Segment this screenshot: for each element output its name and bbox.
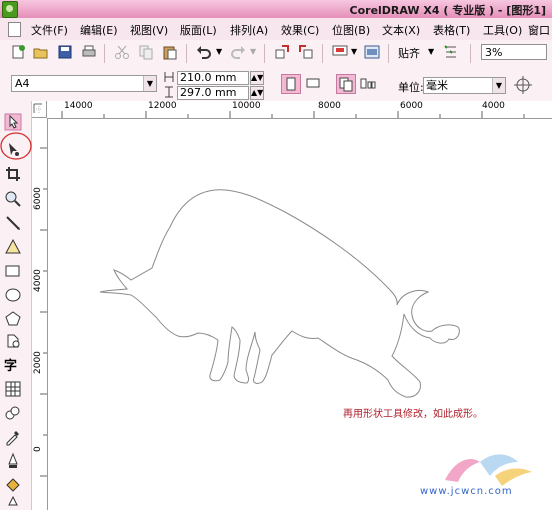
new-icon[interactable] [10, 44, 26, 60]
ruler-label: 6000 [33, 187, 43, 210]
export-icon[interactable] [298, 44, 314, 60]
menu-view[interactable]: 视图(V) [130, 22, 168, 38]
toolbar-separator [186, 44, 187, 63]
ruler-label: 8000 [318, 101, 341, 111]
rectangle-tool-icon[interactable] [4, 262, 22, 280]
ruler-label: 6000 [400, 101, 423, 111]
text-tool-icon[interactable]: 字 [4, 355, 24, 374]
coreldraw-app-icon[interactable] [2, 1, 18, 18]
page-height-field[interactable]: 297.0 mm [177, 86, 249, 100]
ruler-label: 4000 [33, 269, 43, 292]
polygon-tool-icon[interactable] [4, 310, 22, 328]
toolbar-separator [264, 44, 265, 63]
snap-to-dropdown-icon[interactable]: ▼ [428, 47, 434, 56]
ellipse-tool-icon[interactable] [4, 286, 22, 304]
app-launcher-dropdown-icon[interactable]: ▼ [351, 47, 357, 56]
cut-icon[interactable] [114, 44, 130, 60]
units-label: 单位: [398, 81, 424, 94]
toolbar-separator [104, 44, 105, 63]
interactive-fill-tool-icon[interactable] [4, 496, 22, 510]
units-select[interactable]: 毫米 ▼ [423, 77, 506, 94]
ruler-label: 10000 [232, 101, 261, 111]
menu-file[interactable]: 文件(F) [31, 22, 68, 38]
interactive-blend-tool-icon[interactable] [4, 404, 22, 422]
current-page-button[interactable] [359, 74, 379, 94]
ruler-origin[interactable] [31, 101, 47, 118]
all-pages-button[interactable] [336, 74, 356, 94]
title-bar: CorelDRAW X4 ( 专业版 ) - [图形1] [0, 0, 552, 18]
page-height-spinner[interactable]: ▲▼ [250, 86, 264, 100]
snap-to-label[interactable]: 贴齐 [398, 45, 420, 61]
page-size-value: A4 [15, 77, 30, 90]
watermark-text: www.jcwcn.com [420, 486, 513, 497]
paste-icon[interactable] [162, 44, 178, 60]
nudge-distance-icon[interactable] [512, 74, 534, 96]
chevron-down-icon[interactable]: ▼ [143, 76, 156, 91]
menu-bar: 文件(F) 编辑(E) 视图(V) 版面(L) 排列(A) 效果(C) 位图(B… [0, 18, 552, 41]
toolbox [0, 101, 32, 510]
ruler-label: 12000 [148, 101, 177, 111]
print-icon[interactable] [81, 44, 97, 60]
portrait-icon [286, 77, 296, 91]
zoom-tool-icon[interactable] [4, 190, 22, 208]
page-width-icon [164, 72, 174, 82]
ruler-label: 0 [33, 446, 43, 452]
app-launcher-icon[interactable] [332, 44, 348, 60]
redo-dropdown-icon[interactable]: ▼ [250, 47, 256, 56]
page-size-select[interactable]: A4 ▼ [11, 75, 157, 92]
freehand-tool-icon[interactable] [4, 214, 22, 232]
page-height-icon [165, 86, 173, 98]
pick-tool-icon[interactable] [4, 113, 22, 131]
chevron-down-icon[interactable]: ▼ [492, 78, 505, 93]
portrait-button[interactable] [281, 74, 301, 94]
redo-icon[interactable] [230, 44, 246, 60]
copy-icon[interactable] [138, 44, 154, 60]
ruler-label: 14000 [64, 101, 93, 111]
menu-edit[interactable]: 编辑(E) [80, 22, 118, 38]
menu-tools[interactable]: 工具(O) [483, 22, 522, 38]
welcome-screen-icon[interactable] [364, 44, 380, 60]
menu-text[interactable]: 文本(X) [382, 22, 420, 38]
save-icon[interactable] [57, 44, 73, 60]
page-width-spinner[interactable]: ▲▼ [250, 71, 264, 85]
menu-arrange[interactable]: 排列(A) [230, 22, 268, 38]
toolbar-separator [322, 44, 323, 63]
basic-shapes-tool-icon[interactable] [4, 332, 22, 350]
ruler-label: 2000 [33, 351, 43, 374]
landscape-icon [306, 78, 320, 88]
menu-layout[interactable]: 版面(L) [180, 22, 217, 38]
smart-fill-tool-icon[interactable] [4, 238, 22, 256]
units-value: 毫米 [426, 79, 448, 92]
horizontal-ruler-ticks [61, 111, 525, 118]
ruler-label: 4000 [482, 101, 505, 111]
ruler-origin-icon [33, 103, 42, 113]
window-title: CorelDRAW X4 ( 专业版 ) - [图形1] [349, 4, 546, 17]
menu-effects[interactable]: 效果(C) [281, 22, 319, 38]
outline-tool-icon[interactable] [4, 452, 22, 470]
table-tool-icon[interactable] [4, 380, 22, 398]
landscape-button[interactable] [304, 74, 324, 94]
zoom-level-field[interactable]: 3% [481, 44, 547, 60]
undo-icon[interactable] [196, 44, 212, 60]
options-icon[interactable] [443, 44, 459, 60]
menu-bitmaps[interactable]: 位图(B) [332, 22, 370, 38]
toolbar-separator [388, 44, 389, 63]
canvas-caption: 再用形状工具修改，如此成形。 [343, 409, 483, 420]
document-menu-icon[interactable] [8, 22, 21, 37]
fill-tool-icon[interactable] [4, 476, 22, 494]
menu-table[interactable]: 表格(T) [433, 22, 470, 38]
highlight-circle [0, 132, 32, 160]
bird-watermark-icon [445, 454, 532, 486]
toolbar-separator [470, 44, 471, 63]
open-icon[interactable] [33, 44, 49, 60]
page-width-field[interactable]: 210.0 mm [177, 71, 249, 85]
crop-tool-icon[interactable] [4, 165, 22, 183]
eyedropper-tool-icon[interactable] [4, 428, 22, 446]
all-pages-icon [339, 77, 353, 92]
import-icon[interactable] [274, 44, 290, 60]
undo-dropdown-icon[interactable]: ▼ [216, 47, 222, 56]
current-page-icon [360, 78, 376, 89]
menu-window[interactable]: 窗口 [528, 22, 550, 38]
